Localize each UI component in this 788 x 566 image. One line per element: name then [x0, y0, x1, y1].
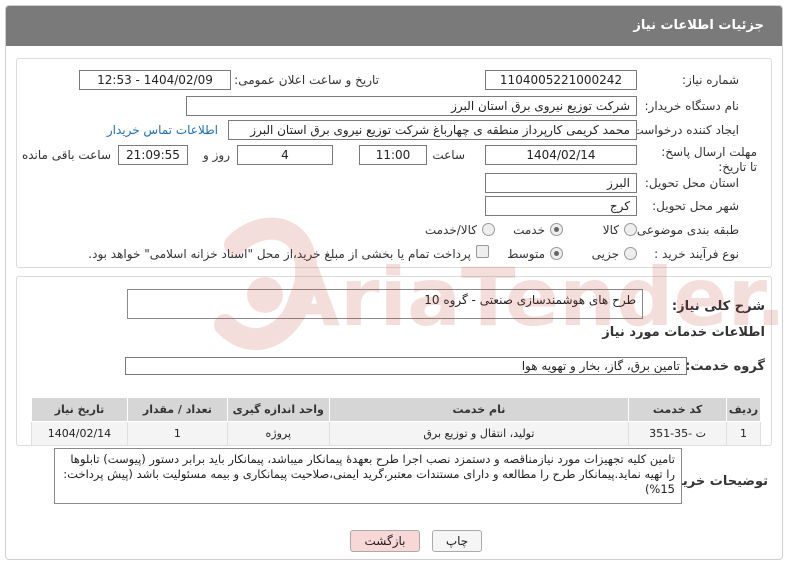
- summary-field: طرح های هوشمندسازی صنعتی - گروه 10: [127, 289, 643, 319]
- cell-date: 1404/02/14: [31, 421, 128, 446]
- city-field: کرج: [485, 196, 637, 216]
- col-code-header: کد خدمت: [628, 397, 728, 422]
- process-label: نوع فرآیند خرید :: [654, 247, 739, 261]
- details-panel: جزئیات اطلاعات نیاز شماره نیاز: 11040052…: [5, 5, 783, 560]
- remaining-label: ساعت باقی مانده: [21, 148, 111, 162]
- services-table-header: ردیف کد خدمت نام خدمت واحد اندازه گیری ت…: [31, 397, 761, 422]
- remaining-time-field: 21:09:55: [118, 145, 188, 165]
- service-group-label: گروه خدمت:: [685, 359, 765, 374]
- summary-label: شرح کلی نیاز:: [671, 299, 765, 314]
- col-qty-header: تعداد / مقدار: [126, 397, 228, 422]
- need-info-section: شماره نیاز: 1104005221000242 تاریخ و ساع…: [16, 58, 772, 268]
- summary-text: طرح های هوشمندسازی صنعتی - گروه 10: [424, 293, 636, 307]
- services-table: ردیف کد خدمت نام خدمت واحد اندازه گیری ت…: [31, 397, 761, 446]
- cell-row: 1: [726, 421, 761, 446]
- col-row-header: ردیف: [726, 397, 761, 422]
- col-unit-header: واحد اندازه گیری: [226, 397, 330, 422]
- requester-field: محمد کریمی کارپرداز منطقه ی چهارباغ شرکت…: [228, 120, 637, 140]
- payment-note: پرداخت تمام یا بخشی از مبلغ خرید،از محل …: [88, 247, 471, 261]
- buyer-org-field: شرکت توزیع نیروی برق استان البرز: [186, 96, 637, 116]
- category-radio-service[interactable]: [550, 223, 563, 236]
- cell-unit: پروژه: [226, 421, 330, 446]
- requester-label: ایجاد کننده درخواست:: [628, 123, 739, 137]
- services-section-title: اطلاعات خدمات مورد نیاز: [602, 325, 765, 340]
- announce-field: 1404/02/09 - 12:53: [79, 70, 231, 90]
- back-button[interactable]: بازگشت: [350, 530, 420, 552]
- process-radio-minor[interactable]: [624, 247, 637, 260]
- announce-label: تاریخ و ساعت اعلان عمومی:: [234, 73, 379, 87]
- category-radio-goods-service[interactable]: [482, 223, 495, 236]
- process-option-medium: متوسط: [507, 247, 545, 261]
- province-label: استان محل تحویل:: [644, 176, 739, 190]
- table-row: 1 ت -35-351 تولید، انتقال و توزیع برق پر…: [31, 421, 761, 446]
- services-section: شرح کلی نیاز: طرح های هوشمندسازی صنعتی -…: [16, 276, 772, 446]
- page-title: جزئیات اطلاعات نیاز: [633, 18, 764, 33]
- category-option-goods: کالا: [602, 223, 619, 237]
- time-label: ساعت: [432, 148, 465, 162]
- category-radio-goods[interactable]: [624, 223, 637, 236]
- treasury-payment-checkbox[interactable]: [476, 245, 489, 258]
- buyer-org-label: نام دستگاه خریدار:: [644, 99, 740, 113]
- process-option-minor: جزیی: [591, 247, 619, 261]
- cell-qty: 1: [126, 421, 228, 446]
- print-button[interactable]: چاپ: [432, 530, 482, 552]
- deadline-label: مهلت ارسال پاسخ: تا تاریخ:: [661, 145, 757, 174]
- category-option-goods-service: کالا/خدمت: [424, 223, 477, 237]
- need-number-label: شماره نیاز:: [682, 73, 739, 87]
- buyer-notes-field: تامین کلیه تجهیزات مورد نیازمناقصه و دست…: [54, 448, 682, 504]
- deadline-date-field: 1404/02/14: [485, 145, 637, 165]
- days-field: 4: [237, 145, 333, 165]
- need-number-field: 1104005221000242: [485, 70, 637, 90]
- deadline-time-field: 11:00: [359, 145, 427, 165]
- province-field: البرز: [485, 173, 637, 193]
- panel-header: جزئیات اطلاعات نیاز: [6, 6, 782, 46]
- days-label: روز و: [203, 148, 230, 162]
- city-label: شهر محل تحویل:: [652, 199, 739, 213]
- buyer-contact-link[interactable]: اطلاعات تماس خریدار: [107, 123, 218, 137]
- col-name-header: نام خدمت: [328, 397, 630, 422]
- buyer-notes-text: تامین کلیه تجهیزات مورد نیازمناقصه و دست…: [63, 452, 675, 496]
- col-date-header: تاریخ نیاز: [31, 397, 128, 422]
- service-group-field: تامین برق، گاز، بخار و تهویه هوا: [125, 357, 687, 375]
- cell-name: تولید، انتقال و توزیع برق: [328, 421, 630, 446]
- process-radio-medium[interactable]: [550, 247, 563, 260]
- category-option-service: خدمت: [513, 223, 545, 237]
- category-label: طبقه بندی موضوعی:: [632, 223, 739, 237]
- cell-code: ت -35-351: [628, 421, 728, 446]
